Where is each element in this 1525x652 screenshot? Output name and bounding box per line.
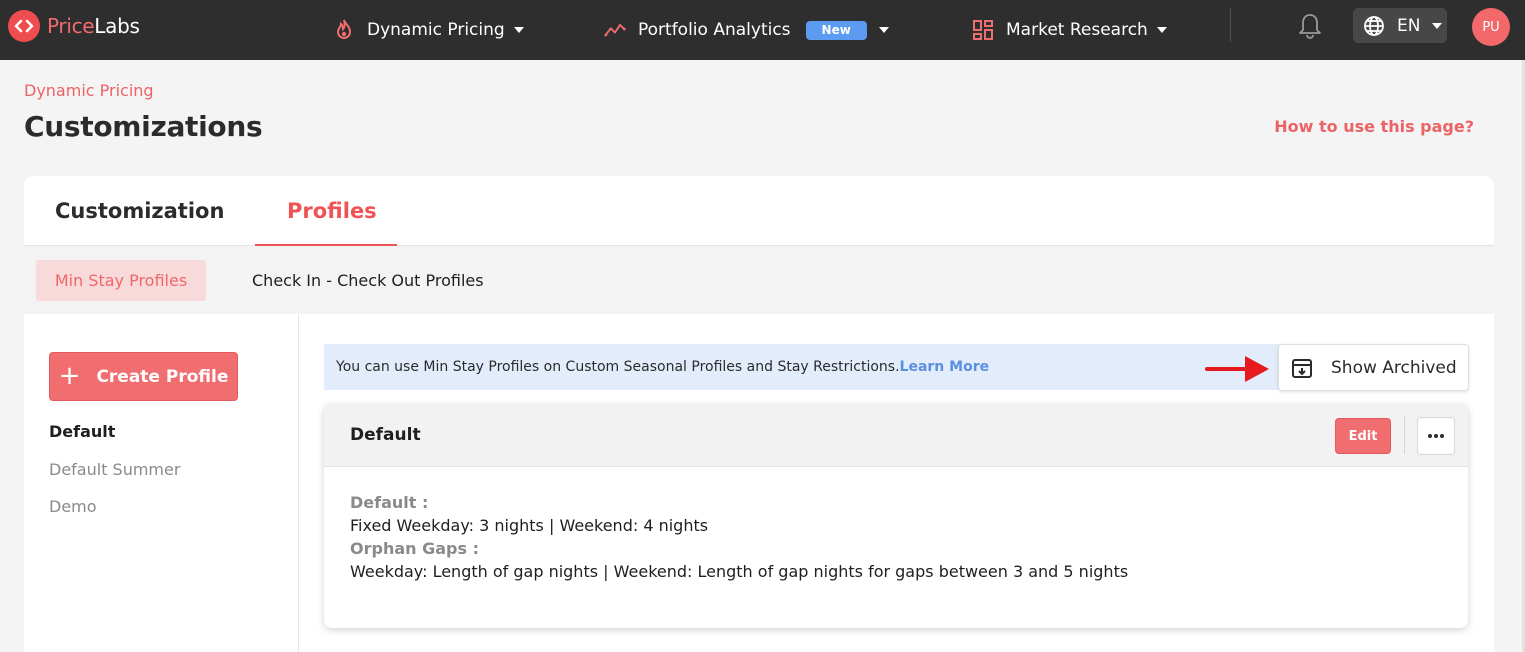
nav-market-research[interactable]: Market Research (972, 14, 1167, 46)
default-rule-value: Fixed Weekday: 3 nights | Weekend: 4 nig… (350, 516, 709, 535)
info-banner: You can use Min Stay Profiles on Custom … (324, 344, 1282, 390)
new-badge: New (805, 20, 867, 40)
plus-icon: + (58, 360, 81, 391)
learn-more-link[interactable]: Learn More (900, 359, 990, 375)
nav-market-research-label: Market Research (1006, 20, 1148, 40)
profile-card-title: Default (350, 425, 421, 445)
profile-card-body: Default : Fixed Weekday: 3 nights | Week… (350, 491, 1128, 583)
nav-dynamic-pricing[interactable]: Dynamic Pricing (333, 14, 524, 46)
chevron-down-icon (1156, 27, 1167, 33)
tab-customization[interactable]: Customization (55, 176, 224, 246)
subtab-bar: Min Stay Profiles Check In - Check Out P… (24, 246, 1494, 314)
customizations-card: Customization Profiles Min Stay Profiles… (24, 176, 1494, 652)
chevron-down-icon (1432, 22, 1443, 29)
nav-portfolio-analytics-label: Portfolio Analytics (638, 20, 791, 40)
grid-icon (972, 19, 994, 41)
profile-card-header: Default Edit (324, 404, 1468, 467)
flame-icon (333, 19, 355, 41)
subtab-min-stay-profiles[interactable]: Min Stay Profiles (36, 260, 206, 301)
profile-item-default-summer[interactable]: Default Summer (49, 460, 180, 479)
chevron-down-icon (878, 27, 889, 33)
tab-profiles[interactable]: Profiles (287, 176, 377, 246)
top-navbar: PriceLabs Dynamic Pricing Portfolio Anal… (0, 0, 1525, 60)
default-rule-label: Default : (350, 493, 429, 512)
globe-icon (1364, 15, 1384, 36)
help-link[interactable]: How to use this page? (1274, 117, 1474, 136)
nav-divider (1230, 8, 1231, 42)
create-profile-label: Create Profile (96, 366, 229, 387)
profiles-main: You can use Min Stay Profiles on Custom … (300, 314, 1494, 652)
language-label: EN (1397, 15, 1421, 36)
nav-portfolio-analytics[interactable]: Portfolio Analytics New (604, 14, 889, 46)
orphan-gaps-value: Weekday: Length of gap nights | Weekend:… (350, 562, 1129, 581)
subtab-check-in-check-out-profiles[interactable]: Check In - Check Out Profiles (252, 260, 484, 301)
annotation-arrow-icon (1205, 356, 1269, 382)
more-options-button[interactable] (1417, 417, 1455, 455)
edit-button[interactable]: Edit (1335, 418, 1391, 454)
bell-icon[interactable] (1297, 12, 1323, 40)
archive-icon (1292, 358, 1312, 378)
ellipsis-icon (1428, 434, 1444, 438)
show-archived-button[interactable]: Show Archived (1278, 344, 1469, 391)
profile-item-demo[interactable]: Demo (49, 497, 97, 516)
orphan-gaps-label: Orphan Gaps : (350, 539, 479, 558)
profile-card: Default Edit Default : Fixed Weekday: 3 … (324, 404, 1468, 628)
avatar[interactable]: PU (1472, 8, 1510, 46)
header-divider (1404, 416, 1405, 454)
profile-item-default[interactable]: Default (49, 422, 115, 441)
page-title: Customizations (24, 110, 263, 143)
profiles-sidebar: + Create Profile Default Default Summer … (24, 314, 299, 652)
pricelabs-logo[interactable]: PriceLabs (8, 10, 140, 42)
logo-text: PriceLabs (47, 14, 140, 38)
chevron-down-icon (513, 27, 524, 33)
language-selector[interactable]: EN (1353, 8, 1447, 43)
tab-bar: Customization Profiles (24, 176, 1494, 246)
show-archived-label: Show Archived (1331, 357, 1457, 378)
trend-icon (604, 19, 626, 41)
info-text: You can use Min Stay Profiles on Custom … (336, 359, 900, 375)
create-profile-button[interactable]: + Create Profile (49, 352, 238, 401)
nav-dynamic-pricing-label: Dynamic Pricing (367, 20, 505, 40)
logo-mark-icon (8, 10, 40, 42)
breadcrumb[interactable]: Dynamic Pricing (24, 81, 154, 100)
